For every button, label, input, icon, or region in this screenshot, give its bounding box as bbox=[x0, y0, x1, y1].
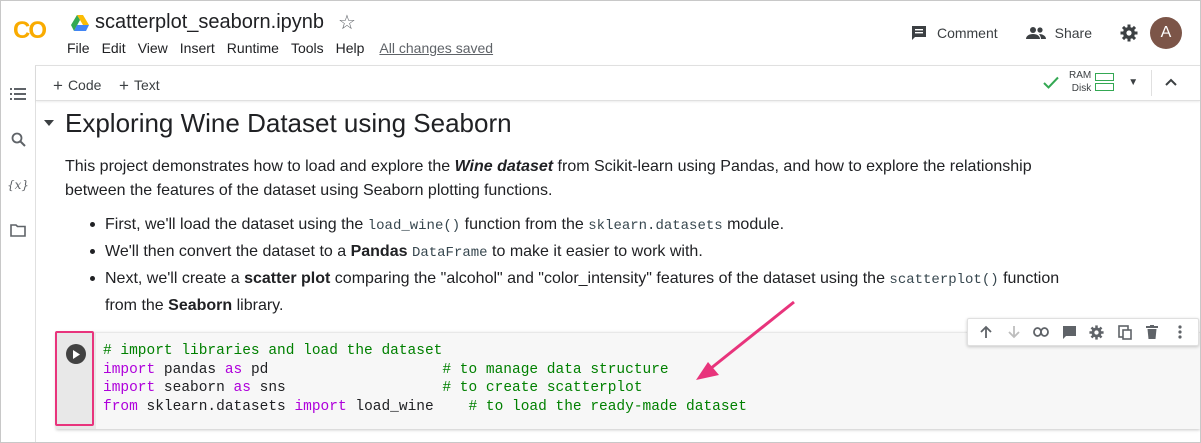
svg-text:CO: CO bbox=[13, 17, 46, 43]
toc-icon[interactable] bbox=[9, 85, 27, 103]
resource-bars bbox=[1095, 71, 1115, 93]
cell-toolbar bbox=[967, 318, 1199, 346]
menu-insert[interactable]: Insert bbox=[180, 40, 215, 56]
variables-icon[interactable]: {x} bbox=[7, 176, 29, 194]
header-actions: Comment Share A bbox=[910, 15, 1200, 51]
ram-label: RAM bbox=[1069, 70, 1092, 81]
notebook-name[interactable]: scatterplot_seaborn.ipynb bbox=[95, 11, 324, 34]
code-line: from sklearn.datasets import load_wine #… bbox=[103, 398, 747, 415]
share-label: Share bbox=[1054, 25, 1092, 41]
add-text-label: Text bbox=[133, 77, 160, 93]
search-icon[interactable] bbox=[9, 130, 27, 148]
code-line: import pandas as pd # to manage data str… bbox=[103, 361, 669, 378]
list-item: Next, we'll create a scatter plot compar… bbox=[65, 266, 1085, 318]
bullet-list: First, we'll load the dataset using the … bbox=[65, 212, 1085, 318]
annotation-arrow bbox=[696, 300, 795, 380]
list-item: We'll then convert the dataset to a Pand… bbox=[65, 239, 1085, 266]
run-button-highlight bbox=[55, 331, 94, 426]
comment-icon bbox=[911, 26, 926, 40]
save-status[interactable]: All changes saved bbox=[379, 40, 493, 56]
files-icon[interactable] bbox=[9, 221, 27, 239]
drive-icon bbox=[71, 14, 89, 31]
code-line: # import libraries and load the dataset bbox=[103, 343, 443, 359]
code-cell[interactable]: # import libraries and load the dataset i… bbox=[55, 331, 1200, 429]
chevron-up-icon[interactable] bbox=[1164, 74, 1178, 90]
menu-view[interactable]: View bbox=[138, 40, 168, 56]
menu-tools[interactable]: Tools bbox=[291, 40, 324, 56]
link-icon[interactable] bbox=[1030, 321, 1052, 343]
section-heading: Exploring Wine Dataset using Seaborn bbox=[65, 108, 512, 138]
plus-icon: + bbox=[53, 76, 63, 95]
resource-labels: RAM Disk bbox=[1069, 69, 1091, 95]
star-icon[interactable]: ☆ bbox=[338, 10, 356, 35]
list-item: First, we'll load the dataset using the … bbox=[65, 212, 1085, 239]
menu-help[interactable]: Help bbox=[336, 40, 365, 56]
section-collapse-icon[interactable] bbox=[44, 120, 54, 126]
document-title: scatterplot_seaborn.ipynb ☆ bbox=[71, 10, 356, 35]
delete-icon[interactable] bbox=[1141, 321, 1163, 343]
ram-bar bbox=[1095, 73, 1115, 81]
resources-indicator[interactable]: RAM Disk ▼ bbox=[1043, 69, 1138, 95]
notebook-content: Exploring Wine Dataset using Seaborn Thi… bbox=[36, 100, 1200, 442]
disk-label: Disk bbox=[1071, 83, 1092, 94]
colab-logo[interactable]: CO bbox=[13, 17, 53, 43]
header: CO scatterplot_seaborn.ipynb ☆ File Edit… bbox=[1, 1, 1200, 65]
add-code-button[interactable]: + Code bbox=[53, 75, 101, 95]
notebook-toolbar: + Code + Text RAM Disk ▼ bbox=[36, 65, 1200, 101]
toolbar-divider bbox=[1151, 70, 1152, 96]
mirror-cell-icon[interactable] bbox=[1114, 321, 1136, 343]
avatar[interactable]: A bbox=[1150, 17, 1182, 49]
more-icon[interactable] bbox=[1169, 321, 1191, 343]
menu-edit[interactable]: Edit bbox=[102, 40, 126, 56]
people-icon bbox=[1025, 27, 1046, 39]
intro-paragraph: This project demonstrates how to load an… bbox=[65, 158, 1032, 199]
plus-icon: + bbox=[119, 76, 129, 95]
menu-file[interactable]: File bbox=[67, 40, 90, 56]
code-line: import seaborn as sns # to create scatte… bbox=[103, 380, 643, 396]
move-up-icon[interactable] bbox=[975, 321, 997, 343]
move-down-icon[interactable] bbox=[1003, 321, 1025, 343]
add-code-label: Code bbox=[67, 77, 102, 93]
disk-bar bbox=[1095, 83, 1115, 91]
settings-gear-icon[interactable] bbox=[1120, 24, 1138, 42]
colab-window: CO scatterplot_seaborn.ipynb ☆ File Edit… bbox=[0, 0, 1201, 443]
menu-runtime[interactable]: Runtime bbox=[227, 40, 279, 56]
settings-icon[interactable] bbox=[1086, 321, 1108, 343]
share-button[interactable]: Share bbox=[1025, 25, 1092, 41]
menu-bar: File Edit View Insert Runtime Tools Help… bbox=[67, 40, 505, 56]
caret-down-icon[interactable]: ▼ bbox=[1128, 77, 1138, 88]
comment-label: Comment bbox=[936, 25, 998, 41]
connected-check-icon bbox=[1043, 76, 1059, 89]
add-text-button[interactable]: + Text bbox=[119, 75, 160, 95]
comment-icon[interactable] bbox=[1058, 321, 1080, 343]
left-rail: {x} bbox=[1, 65, 36, 442]
code-editor[interactable]: # import libraries and load the dataset i… bbox=[103, 342, 747, 416]
comment-button[interactable]: Comment bbox=[910, 24, 998, 42]
